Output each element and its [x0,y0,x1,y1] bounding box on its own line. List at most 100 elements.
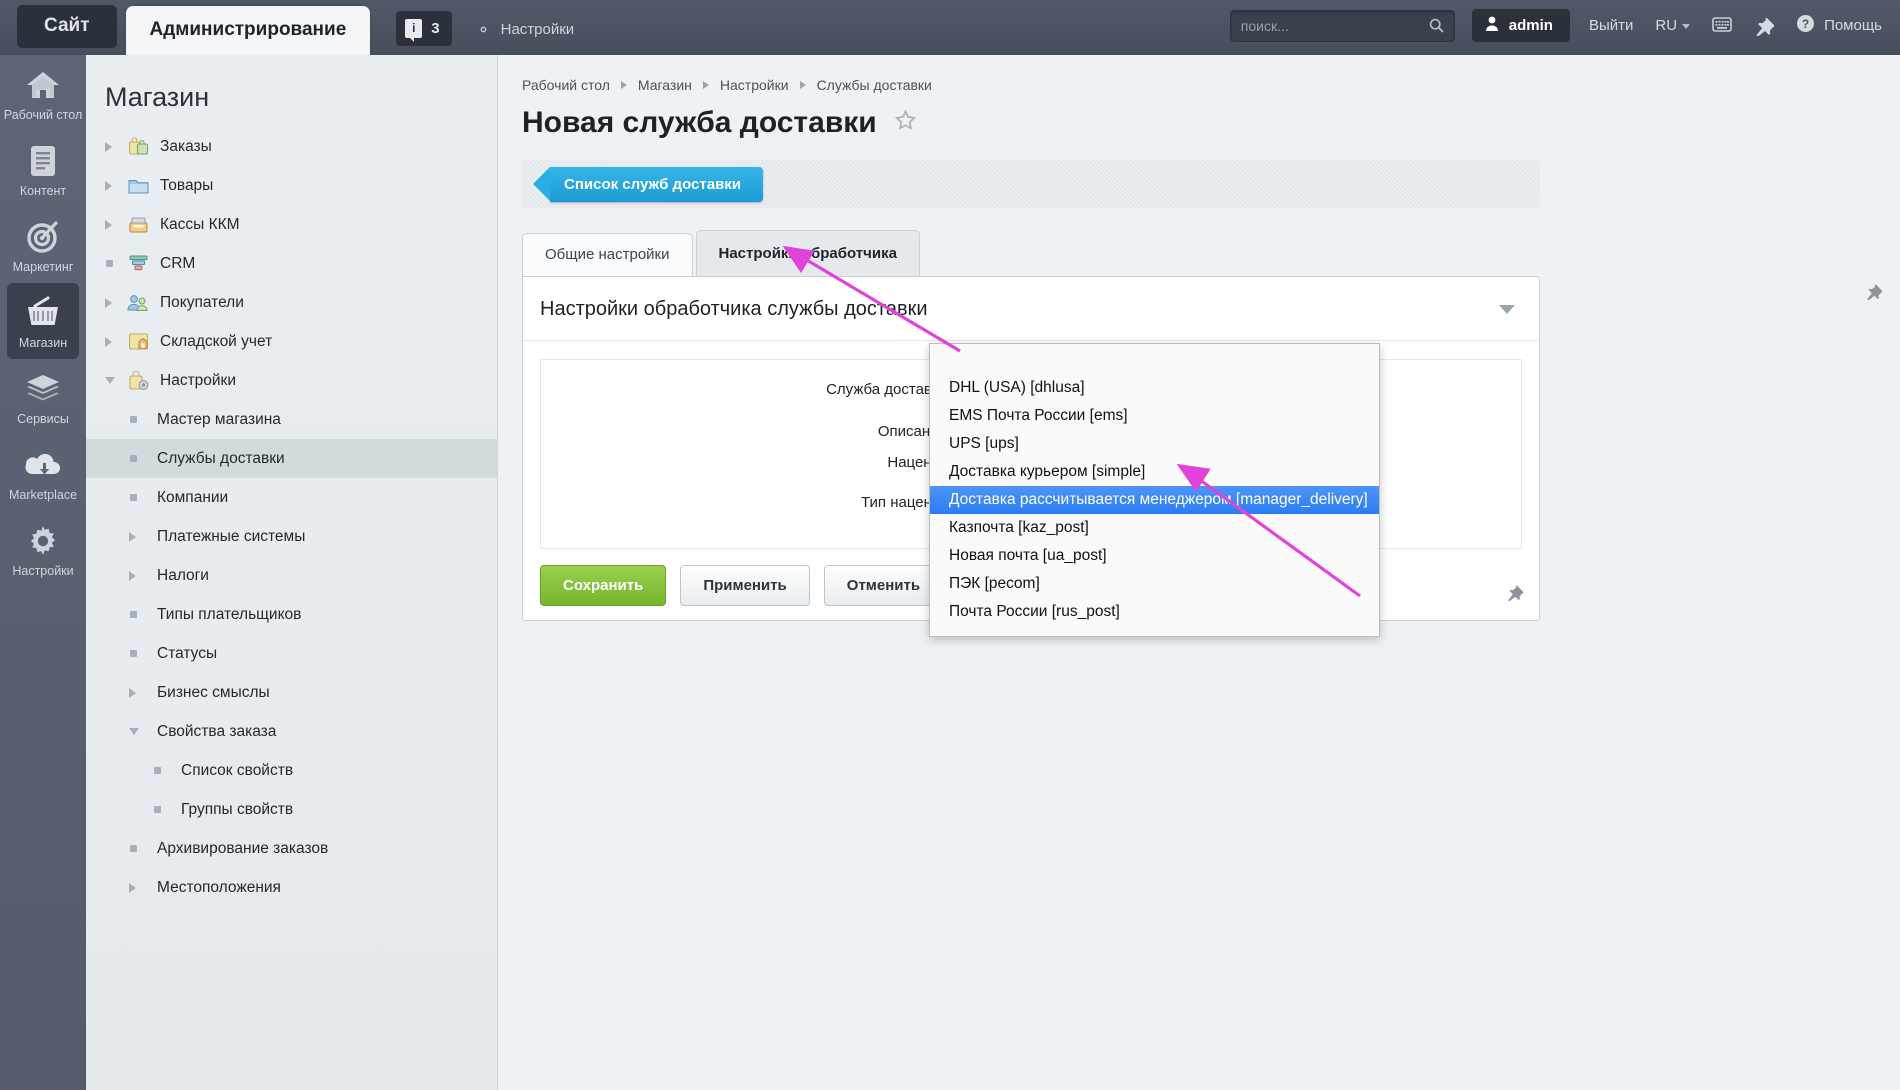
panel-header: Настройки обработчика службы доставки [523,277,1539,341]
search-placeholder: поиск... [1240,17,1289,34]
menu-item-13[interactable]: Статусы [86,634,497,673]
rail-item-desktop[interactable]: Рабочий стол [0,55,86,131]
top-settings-button[interactable]: Настройки [475,21,575,38]
folder-icon [127,177,149,195]
dropdown-option[interactable]: Новая почта [ua_post] [930,542,1379,570]
menu-item-label: CRM [160,254,196,272]
basket-icon [7,294,79,332]
menu-item-5[interactable]: Складской учет [86,322,497,361]
rail-item-shop[interactable]: Магазин [7,283,79,359]
menu-item-0[interactable]: Заказы [86,127,497,166]
search-icon[interactable] [1429,18,1444,33]
menu-item-17[interactable]: Группы свойств [86,790,497,829]
menu-item-10[interactable]: Платежные системы [86,517,497,556]
menu-item-9[interactable]: Компании [86,478,497,517]
menu-item-8[interactable]: Службы доставки [86,439,497,478]
rail-label: Магазин [18,336,68,350]
bullet-icon [129,494,142,501]
pin-icon[interactable] [1754,16,1776,37]
menu-item-label: Налоги [157,566,209,584]
rail-item-marketplace[interactable]: Marketplace [0,435,86,511]
dropdown-option[interactable]: ПЭК [pecom] [930,570,1379,598]
bullet-icon [129,611,142,618]
notifications-button[interactable]: i 3 [396,11,452,46]
tab-site[interactable]: Сайт [17,5,117,48]
menu-list: Заказы Товары Кассы ККМ CRM Покупатели Складс… [86,127,497,907]
menu-item-label: Складской учет [160,332,273,350]
chevron-down-icon [129,728,142,735]
rail-item-services[interactable]: Сервисы [0,359,86,435]
menu-item-2[interactable]: Кассы ККМ [86,205,497,244]
menu-item-19[interactable]: Местоположения [86,868,497,907]
language-switcher[interactable]: RU [1655,17,1691,34]
cancel-button[interactable]: Отменить [823,565,944,606]
tab-general-settings[interactable]: Общие настройки [522,233,693,276]
chevron-right-icon [129,687,142,698]
users-icon [127,293,149,312]
favorite-star-icon[interactable] [894,109,917,137]
menu-item-11[interactable]: Налоги [86,556,497,595]
menu-item-6[interactable]: Настройки [86,361,497,400]
pin-icon[interactable] [1506,584,1525,606]
menu-item-3[interactable]: CRM [86,244,497,283]
document-icon [0,142,86,180]
chevron-down-icon[interactable] [1499,305,1515,314]
menu-item-14[interactable]: Бизнес смыслы [86,673,497,712]
dropdown-option[interactable]: UPS [ups] [930,430,1379,458]
apply-button[interactable]: Применить [680,565,810,606]
chevron-right-icon [105,141,118,152]
chevron-right-icon [129,882,142,893]
bag-icon [127,136,149,157]
chevron-right-icon [105,180,118,191]
dropdown-option[interactable]: Доставка рассчитывается менеджером [mana… [930,486,1379,514]
user-menu-button[interactable]: admin [1471,9,1570,42]
save-button[interactable]: Сохранить [540,565,667,606]
menu-item-label: Платежные системы [157,527,306,545]
menu-item-18[interactable]: Архивирование заказов [86,829,497,868]
menu-item-1[interactable]: Товары [86,166,497,205]
delivery-service-dropdown[interactable]: DHL (USA) [dhlusa] EMS Почта России [ems]… [929,343,1380,637]
rail-label: Контент [19,184,67,198]
help-button[interactable]: ? Помощь [1796,14,1882,37]
cashbox-icon [127,215,149,234]
rail-item-marketing[interactable]: Маркетинг [0,207,86,283]
menu-item-16[interactable]: Список свойств [86,751,497,790]
menu-title: Магазин [105,82,210,112]
menu-item-12[interactable]: Типы плательщиков [86,595,497,634]
funnel-icon [127,254,149,273]
pin-icon[interactable] [1865,283,1884,305]
menu-item-label: Свойства заказа [157,722,277,740]
breadcrumb-item[interactable]: Службы доставки [817,77,932,93]
dropdown-option[interactable]: DHL (USA) [dhlusa] [930,374,1379,402]
rail-label: Настройки [12,564,74,578]
delivery-services-list-button[interactable]: Список служб доставки [532,166,764,202]
menu-item-7[interactable]: Мастер магазина [86,400,497,439]
menu-item-label: Заказы [160,137,212,155]
dropdown-option[interactable]: EMS Почта России [ems] [930,402,1379,430]
menu-item-label: Товары [160,176,214,194]
search-input[interactable]: поиск... [1229,9,1455,42]
top-bar: Сайт Администрирование i 3 Настройки пои… [0,0,1900,55]
chevron-right-icon [105,219,118,230]
breadcrumb-item[interactable]: Настройки [720,77,789,93]
breadcrumb-item[interactable]: Магазин [638,77,692,93]
top-settings-label: Настройки [500,21,575,38]
tab-handler-settings[interactable]: Настройки обработчика [695,230,920,276]
logout-link[interactable]: Выйти [1589,17,1633,34]
page-title-row: Новая служба доставки [498,93,1900,140]
menu-item-4[interactable]: Покупатели [86,283,497,322]
rail-item-settings[interactable]: Настройки [0,511,86,587]
tab-bar: Общие настройки Настройки обработчика [522,230,1900,276]
keyboard-icon[interactable] [1712,16,1732,36]
menu-item-label: Службы доставки [157,449,285,467]
menu-item-label: Группы свойств [181,800,294,818]
tab-admin[interactable]: Администрирование [125,6,371,55]
dropdown-option[interactable]: Казпочта [kaz_post] [930,514,1379,542]
dropdown-option[interactable]: Доставка курьером [simple] [930,458,1379,486]
menu-item-15[interactable]: Свойства заказа [86,712,497,751]
dropdown-option[interactable]: Почта России [rus_post] [930,598,1379,626]
target-icon [0,218,86,256]
rail-item-content[interactable]: Контент [0,131,86,207]
gear-icon [475,21,492,38]
breadcrumb-item[interactable]: Рабочий стол [522,77,610,93]
